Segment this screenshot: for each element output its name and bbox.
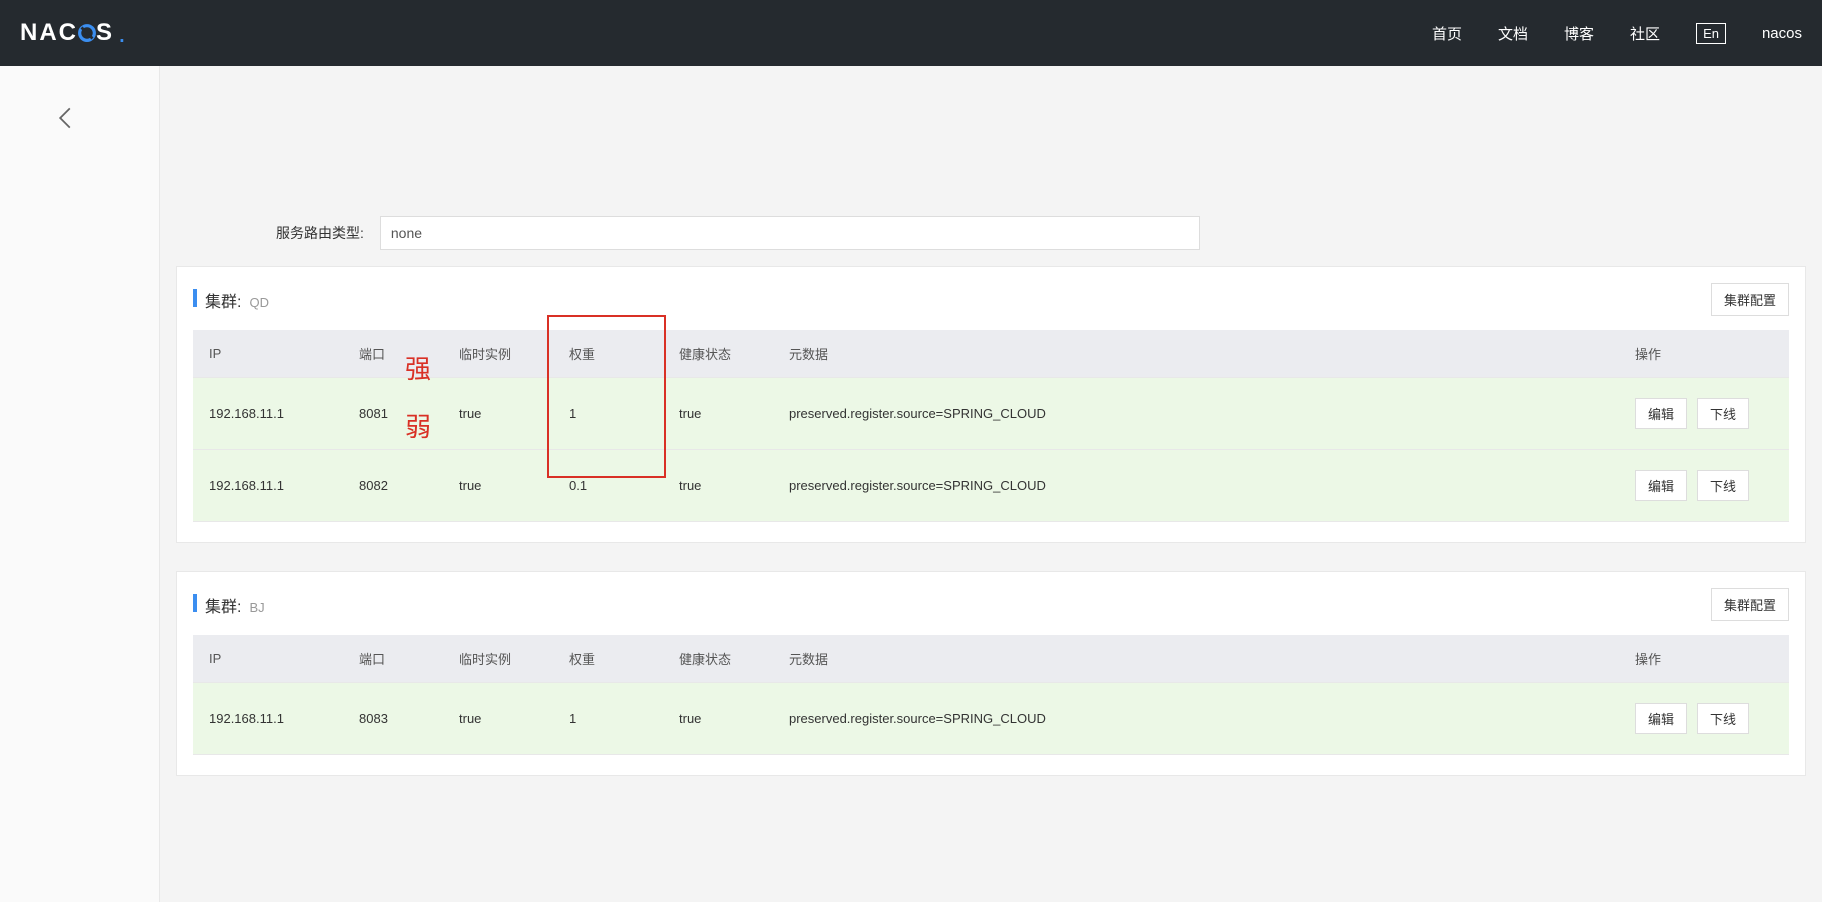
th-port: 端口 xyxy=(343,330,443,378)
cluster-panel-qd: 集群: QD 集群配置 IP 端口 临时实例 权重 健康状态 元数据 xyxy=(176,266,1806,543)
th-health: 健康状态 xyxy=(663,330,773,378)
header-nav: 首页 文档 博客 社区 En nacos xyxy=(1432,23,1802,44)
route-panel: 服务路由类型: xyxy=(176,216,1806,250)
logo: NACS . xyxy=(20,17,126,49)
th-ephemeral: 临时实例 xyxy=(443,330,553,378)
cell-ephemeral: true xyxy=(443,378,553,450)
cell-health: true xyxy=(663,450,773,522)
th-ip: IP xyxy=(193,330,343,378)
cluster-title-bar-icon xyxy=(193,289,197,307)
edit-button[interactable]: 编辑 xyxy=(1635,703,1687,734)
th-ops: 操作 xyxy=(1619,635,1789,683)
nav-community[interactable]: 社区 xyxy=(1630,23,1660,44)
th-metadata: 元数据 xyxy=(773,635,1619,683)
cell-port: 8083 xyxy=(343,683,443,755)
table-row: 192.168.11.1 8083 true 1 true preserved.… xyxy=(193,683,1789,755)
logo-o-icon xyxy=(76,22,98,44)
cluster-label: 集群: xyxy=(205,288,241,312)
th-metadata: 元数据 xyxy=(773,330,1619,378)
table-row: 192.168.11.1 8082 true 0.1 true preserve… xyxy=(193,450,1789,522)
cell-ephemeral: true xyxy=(443,450,553,522)
cell-health: true xyxy=(663,378,773,450)
cluster-panel-bj: 集群: BJ 集群配置 IP 端口 临时实例 权重 健康状态 元数据 xyxy=(176,571,1806,776)
instance-table-qd: IP 端口 临时实例 权重 健康状态 元数据 操作 192.168.11.1 8… xyxy=(193,330,1789,522)
cluster-config-button[interactable]: 集群配置 xyxy=(1711,283,1789,316)
cell-ops: 编辑 下线 xyxy=(1619,683,1789,755)
cell-weight: 1 xyxy=(553,378,663,450)
sidebar xyxy=(0,66,160,902)
th-weight: 权重 xyxy=(553,635,663,683)
cluster-label: 集群: xyxy=(205,593,241,617)
cell-weight: 1 xyxy=(553,683,663,755)
offline-button[interactable]: 下线 xyxy=(1697,470,1749,501)
cell-ephemeral: true xyxy=(443,683,553,755)
cluster-name: BJ xyxy=(249,600,264,615)
nav-home[interactable]: 首页 xyxy=(1432,23,1462,44)
cell-port: 8082 xyxy=(343,450,443,522)
cell-ip: 192.168.11.1 xyxy=(193,378,343,450)
th-ip: IP xyxy=(193,635,343,683)
logo-dot-icon: . xyxy=(118,17,126,49)
th-weight: 权重 xyxy=(553,330,663,378)
th-ops: 操作 xyxy=(1619,330,1789,378)
cell-ops: 编辑 下线 xyxy=(1619,450,1789,522)
nav-docs[interactable]: 文档 xyxy=(1498,23,1528,44)
cluster-title-bar-icon xyxy=(193,594,197,612)
cell-ip: 192.168.11.1 xyxy=(193,683,343,755)
cell-metadata: preserved.register.source=SPRING_CLOUD xyxy=(773,450,1619,522)
chevron-left-icon xyxy=(56,106,74,130)
edit-button[interactable]: 编辑 xyxy=(1635,470,1687,501)
th-port: 端口 xyxy=(343,635,443,683)
cell-ip: 192.168.11.1 xyxy=(193,450,343,522)
cell-port: 8081 xyxy=(343,378,443,450)
cell-ops: 编辑 下线 xyxy=(1619,378,1789,450)
lang-toggle[interactable]: En xyxy=(1696,23,1726,44)
offline-button[interactable]: 下线 xyxy=(1697,703,1749,734)
th-ephemeral: 临时实例 xyxy=(443,635,553,683)
cluster-config-button[interactable]: 集群配置 xyxy=(1711,588,1789,621)
app-header: NACS . 首页 文档 博客 社区 En nacos xyxy=(0,0,1822,66)
th-health: 健康状态 xyxy=(663,635,773,683)
instance-table-bj: IP 端口 临时实例 权重 健康状态 元数据 操作 192.168.11.1 8… xyxy=(193,635,1789,755)
cell-health: true xyxy=(663,683,773,755)
cluster-name: QD xyxy=(249,295,269,310)
cell-metadata: preserved.register.source=SPRING_CLOUD xyxy=(773,378,1619,450)
table-row: 192.168.11.1 8081 true 1 true preserved.… xyxy=(193,378,1789,450)
offline-button[interactable]: 下线 xyxy=(1697,398,1749,429)
route-type-input[interactable] xyxy=(380,216,1200,250)
user-name[interactable]: nacos xyxy=(1762,25,1802,42)
cell-weight: 0.1 xyxy=(553,450,663,522)
route-type-label: 服务路由类型: xyxy=(276,223,364,243)
edit-button[interactable]: 编辑 xyxy=(1635,398,1687,429)
nav-blog[interactable]: 博客 xyxy=(1564,23,1594,44)
cell-metadata: preserved.register.source=SPRING_CLOUD xyxy=(773,683,1619,755)
logo-text: NACS xyxy=(20,19,114,47)
main-content: 服务路由类型: 集群: QD 集群配置 IP xyxy=(160,66,1822,902)
back-button[interactable] xyxy=(0,106,159,137)
